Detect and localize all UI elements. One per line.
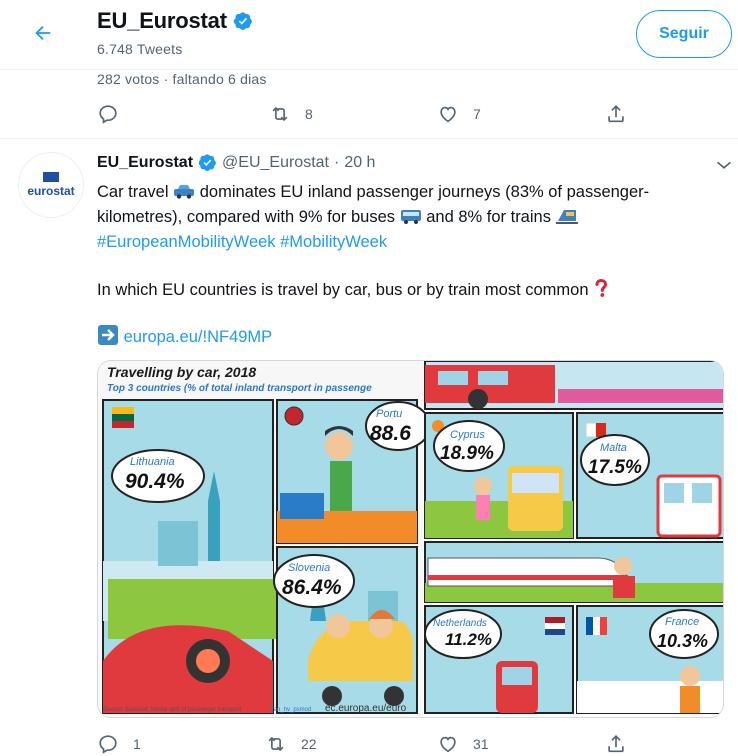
share-button[interactable] (605, 103, 627, 125)
tweet-actions: 1 22 31 (97, 733, 637, 756)
poll-meta: 282 votos · faltando 6 dias (97, 71, 267, 87)
panel-netherlands: Netherlands 11.2% (424, 605, 574, 714)
tweet-text-segment: kilometres), compared with 9% for buses (97, 208, 396, 226)
question-mark-emoji-icon (595, 278, 608, 297)
retweet-count: 8 (305, 106, 313, 122)
heart-icon (440, 106, 456, 123)
source-site: ec.europa.eu/euro (325, 703, 407, 714)
separator-dot: · (333, 153, 340, 171)
source-code: tran_hv_psmod (270, 707, 311, 713)
tweet-link[interactable]: europa.eu/!NF49MP (124, 328, 273, 346)
retweet-icon (272, 106, 288, 122)
arrow-left-icon (35, 25, 51, 41)
tweet-line: europa.eu/!NF49MP (97, 325, 722, 350)
reply-count: 1 (133, 736, 141, 752)
avatar-logo-text: eurostat (27, 184, 75, 198)
tweet-header: EU_Eurostat @EU_Eurostat · 20 h (97, 153, 375, 172)
tweet-text-segment: dominates EU inland passenger journeys (… (199, 183, 650, 201)
tweet-text-segment: Car travel (97, 183, 169, 201)
eu-flag-icon (43, 172, 59, 182)
follow-button[interactable]: Seguir (636, 10, 732, 58)
train-emoji-icon (555, 210, 578, 224)
panel-value: 88.6 (370, 422, 411, 445)
panel-cyprus: Cyprus 18.9% (424, 412, 574, 539)
panel-value: 86.4% (282, 576, 342, 599)
panel-country: Lithuania (130, 456, 175, 468)
header-title-row: EU_Eurostat (97, 8, 253, 34)
infographic-title: Travelling by car, 2018 (107, 364, 256, 380)
like-count: 31 (473, 736, 489, 752)
tweet-line: kilometres), compared with 9% for buses … (97, 205, 722, 230)
hashtags[interactable]: #EuropeanMobilityWeek #MobilityWeek (97, 230, 722, 255)
panel-top-strip (424, 361, 723, 410)
source-note: Source: Eurostat, Modal split of passeng… (103, 707, 242, 713)
verified-badge-icon (233, 12, 252, 30)
verified-badge-icon (198, 154, 217, 171)
panel-value: 17.5% (588, 457, 642, 478)
panel-country: Netherlands (433, 618, 487, 629)
tweet-text-segment: In which EU countries is travel by car, … (97, 281, 589, 299)
panel-malta: Malta 17.5% (576, 412, 723, 539)
tweet-line: Car travel dominates EU inland passenger… (97, 180, 722, 205)
panel-train-strip (424, 541, 723, 603)
retweet-button[interactable]: 8 (269, 103, 313, 125)
share-button[interactable] (605, 733, 627, 755)
reply-button[interactable] (97, 103, 119, 125)
like-count: 7 (473, 106, 481, 122)
infographic-subtitle: Top 3 countries (% of total inland trans… (107, 383, 372, 394)
avatar[interactable]: eurostat (18, 152, 84, 218)
share-icon (608, 105, 624, 123)
panel-value: 18.9% (440, 443, 494, 464)
panel-country: Slovenia (288, 562, 330, 574)
like-button[interactable]: 7 (437, 103, 481, 125)
tweet-count: 6.748 Tweets (97, 41, 183, 57)
retweet-button[interactable]: 22 (265, 733, 317, 755)
infographic: Travelling by car, 2018 Top 3 countries … (98, 361, 723, 717)
panel-portugal: Portu 88.6 (276, 399, 431, 544)
panel-value: 11.2% (445, 630, 492, 649)
back-button[interactable] (26, 16, 60, 50)
like-button[interactable]: 31 (437, 733, 489, 755)
reply-icon (99, 105, 117, 124)
retweet-icon (268, 736, 284, 752)
reply-icon (99, 735, 117, 754)
panel-value: 10.3% (657, 631, 708, 651)
heart-icon (440, 736, 456, 753)
page-title: EU_Eurostat (97, 8, 227, 33)
tweet-line: In which EU countries is travel by car, … (97, 278, 722, 303)
panel-country: Portu (376, 408, 402, 420)
tweet-time[interactable]: 20 h (344, 154, 375, 172)
retweet-count: 22 (301, 736, 317, 752)
panel-country: Cyprus (450, 429, 485, 441)
author-handle[interactable]: @EU_Eurostat (222, 154, 329, 172)
bus-emoji-icon (400, 210, 421, 224)
panel-country: France (665, 616, 699, 628)
author-name[interactable]: EU_Eurostat (97, 154, 193, 172)
arrow-right-emoji-icon (98, 325, 118, 345)
tweet-image[interactable]: Travelling by car, 2018 Top 3 countries … (97, 360, 724, 718)
panel-lithuania: Lithuania 90.4% (102, 399, 278, 714)
car-emoji-icon (174, 185, 195, 199)
panel-value: 90.4% (125, 470, 185, 493)
reply-button[interactable]: 1 (97, 733, 141, 755)
tweet-text-segment: and 8% for trains (426, 208, 551, 226)
chevron-down-icon[interactable] (713, 154, 735, 176)
prev-tweet-actions: 8 7 (97, 103, 637, 127)
profile-header: EU_Eurostat 6.748 Tweets Seguir (0, 0, 738, 70)
tweet-body: Car travel dominates EU inland passenger… (97, 180, 722, 350)
divider (0, 138, 738, 139)
panel-country: Malta (600, 442, 627, 454)
panel-france: France 10.3% (576, 605, 723, 714)
share-icon (608, 735, 624, 753)
panel-slovenia: Slovenia 86.4% (273, 546, 418, 714)
